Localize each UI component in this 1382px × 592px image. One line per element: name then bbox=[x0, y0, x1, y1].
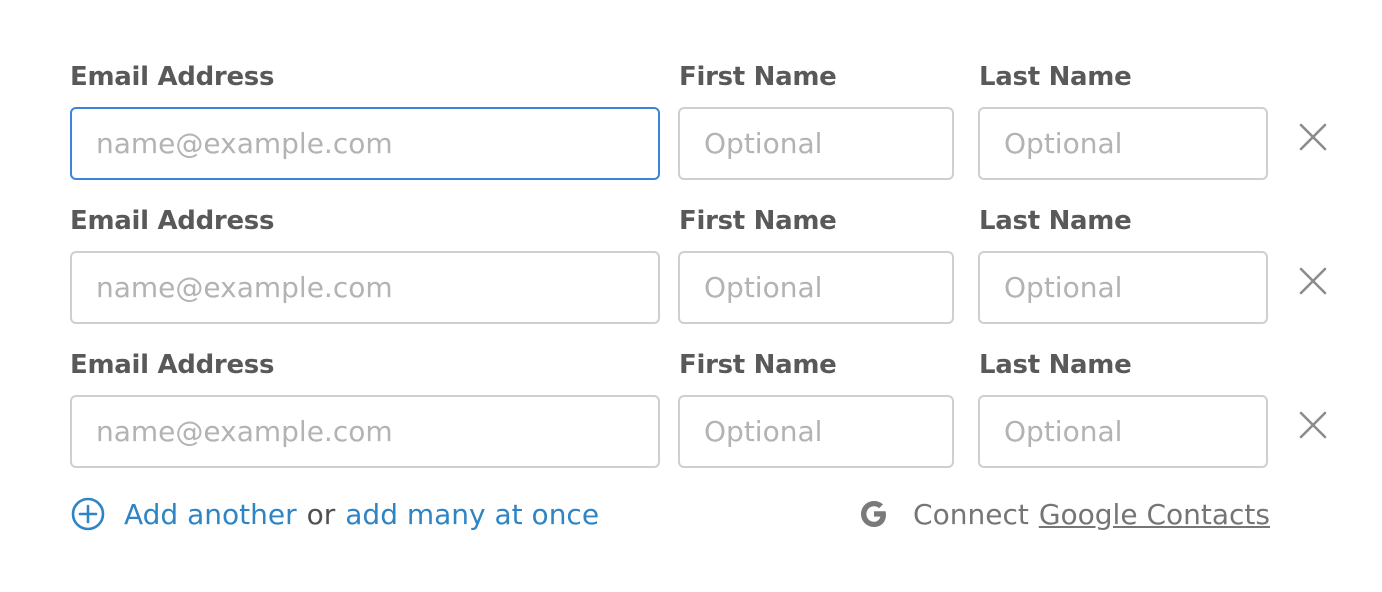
google-connect: Connect Google Contacts bbox=[857, 490, 1270, 538]
invite-row: Email Address First Name Last Name bbox=[70, 200, 1360, 344]
close-icon[interactable] bbox=[1298, 266, 1328, 296]
invite-footer: Add another or add many at once Connect … bbox=[70, 490, 1270, 538]
last-name-label: Last Name bbox=[979, 350, 1132, 380]
email-field[interactable] bbox=[70, 251, 660, 324]
last-name-field[interactable] bbox=[978, 107, 1268, 180]
email-field[interactable] bbox=[70, 107, 660, 180]
first-name-label: First Name bbox=[679, 350, 837, 380]
add-many-link[interactable]: add many at once bbox=[345, 498, 599, 531]
email-label: Email Address bbox=[70, 350, 275, 380]
add-another-link[interactable]: Add another bbox=[124, 498, 297, 531]
close-icon[interactable] bbox=[1298, 410, 1328, 440]
first-name-field[interactable] bbox=[678, 251, 954, 324]
invite-row: Email Address First Name Last Name bbox=[70, 344, 1360, 488]
plus-circle-icon[interactable] bbox=[70, 496, 106, 532]
first-name-field[interactable] bbox=[678, 107, 954, 180]
invite-form: Email Address First Name Last Name Email… bbox=[70, 56, 1360, 488]
invite-row: Email Address First Name Last Name bbox=[70, 56, 1360, 200]
last-name-label: Last Name bbox=[979, 206, 1132, 236]
google-g-icon bbox=[857, 497, 891, 531]
first-name-label: First Name bbox=[679, 62, 837, 92]
last-name-label: Last Name bbox=[979, 62, 1132, 92]
email-label: Email Address bbox=[70, 206, 275, 236]
connect-text: Connect bbox=[913, 497, 1029, 531]
email-field[interactable] bbox=[70, 395, 660, 468]
google-contacts-link[interactable]: Google Contacts bbox=[1039, 498, 1270, 531]
last-name-field[interactable] bbox=[978, 395, 1268, 468]
email-label: Email Address bbox=[70, 62, 275, 92]
or-text: or bbox=[306, 497, 336, 531]
add-controls: Add another or add many at once bbox=[70, 490, 599, 538]
first-name-label: First Name bbox=[679, 206, 837, 236]
last-name-field[interactable] bbox=[978, 251, 1268, 324]
first-name-field[interactable] bbox=[678, 395, 954, 468]
close-icon[interactable] bbox=[1298, 122, 1328, 152]
